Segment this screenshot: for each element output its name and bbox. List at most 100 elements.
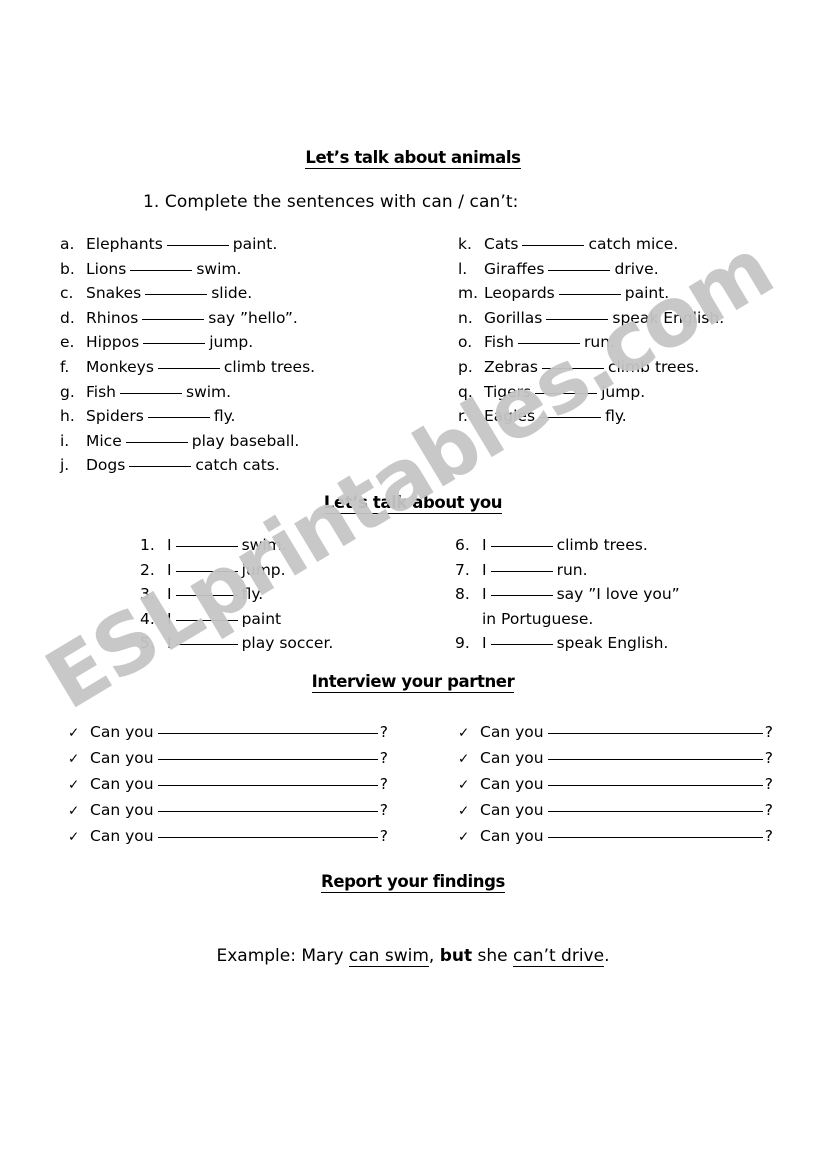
item-marker: o. xyxy=(458,333,473,352)
answer-blank[interactable] xyxy=(175,619,238,621)
sentence-predicate: speak English. xyxy=(556,634,669,653)
checkmark-icon: ✓ xyxy=(68,829,80,845)
interview-prompt-label: Can you xyxy=(480,723,544,741)
interview-answer-line[interactable] xyxy=(157,785,378,786)
answer-blank[interactable] xyxy=(535,392,598,394)
answer-blank[interactable] xyxy=(175,595,238,597)
item-marker: 8. xyxy=(455,585,470,604)
sentence-predicate: run. xyxy=(556,560,588,579)
answer-blank[interactable] xyxy=(541,367,604,369)
interview-answer-line[interactable] xyxy=(157,837,378,838)
sentence-row: h. Spiders fly. xyxy=(60,404,315,429)
sentence-row: g. Fish swim. xyxy=(60,380,315,405)
item-marker: n. xyxy=(458,308,473,327)
answer-blank[interactable] xyxy=(175,546,238,547)
sentence-subject: Lions xyxy=(86,259,127,278)
answer-blank[interactable] xyxy=(548,269,611,271)
answer-blank[interactable] xyxy=(130,269,193,271)
interview-answer-line[interactable] xyxy=(157,811,378,812)
answer-blank[interactable] xyxy=(143,343,206,345)
interview-question-row: ✓ Can you? xyxy=(68,824,388,850)
sentence-row: d. Rhinos say ”hello”. xyxy=(60,306,315,331)
interview-prompt-label: Can you xyxy=(480,827,544,845)
answer-blank[interactable] xyxy=(166,245,229,246)
item-marker: 6. xyxy=(455,536,470,554)
sentence-subject: Cats xyxy=(484,235,519,253)
interview-answer-line[interactable] xyxy=(157,733,378,734)
question-mark: ? xyxy=(764,749,773,767)
sentence-predicate: fly. xyxy=(241,585,264,604)
answer-blank[interactable] xyxy=(125,441,188,443)
sentence-subject: I xyxy=(167,560,172,579)
interview-question-row: ✓ Can you? xyxy=(68,720,388,746)
checkmark-icon: ✓ xyxy=(458,777,470,793)
interview-answer-line[interactable] xyxy=(157,759,378,760)
answer-blank[interactable] xyxy=(546,318,609,320)
sentence-row: i. Mice play baseball. xyxy=(60,429,315,454)
sentence-predicate: run. xyxy=(584,333,615,352)
interview-question-row: ✓ Can you? xyxy=(68,746,388,772)
answer-blank[interactable] xyxy=(522,245,585,246)
answer-blank[interactable] xyxy=(157,367,220,369)
sentence-predicate: climb trees. xyxy=(607,357,700,376)
answer-blank[interactable] xyxy=(490,595,553,597)
sentence-predicate: fly. xyxy=(213,407,236,426)
interview-answer-line[interactable] xyxy=(547,733,763,734)
sentence-row: c. Snakes slide. xyxy=(60,281,315,306)
interview-right-column: ✓ Can you? ✓ Can you? ✓ Can you? ✓ Can you? ✓ Can… xyxy=(458,720,773,850)
answer-blank[interactable] xyxy=(142,318,205,320)
item-marker: 9. xyxy=(455,634,470,653)
interview-answer-line[interactable] xyxy=(547,785,763,786)
example-can-swim: can swim xyxy=(348,946,429,967)
sentence-predicate: swim. xyxy=(196,259,242,278)
interview-answer-line[interactable] xyxy=(547,759,763,760)
example-cant-drive: can’t drive xyxy=(513,946,605,967)
sentence-subject: Giraffes xyxy=(484,259,545,278)
sentence-subject: Dogs xyxy=(86,456,126,475)
interview-prompt-label: Can you xyxy=(90,749,154,767)
item-marker: d. xyxy=(60,308,75,327)
interview-question-row: ✓ Can you? xyxy=(458,772,773,798)
answer-blank[interactable] xyxy=(120,392,182,394)
sentence-row-continuation: in Portuguese. xyxy=(455,607,680,632)
answer-blank[interactable] xyxy=(145,294,208,296)
sentence-subject: Monkeys xyxy=(86,357,154,376)
sentence-row: o. Fish run. xyxy=(458,330,724,355)
answer-blank[interactable] xyxy=(129,466,192,468)
item-marker: k. xyxy=(458,235,472,253)
answer-blank[interactable] xyxy=(175,570,238,572)
item-marker: 5. xyxy=(140,634,155,653)
item-marker: i. xyxy=(60,431,70,450)
sentence-row: 8. Isay ”I love you” xyxy=(455,582,680,607)
interview-answer-line[interactable] xyxy=(547,837,763,838)
answer-blank[interactable] xyxy=(490,570,553,572)
answer-blank[interactable] xyxy=(490,644,553,646)
example-sentence: Example: Mary can swim, but she can’t dr… xyxy=(0,946,826,967)
sentence-subject: Eagles xyxy=(484,407,536,426)
question-mark: ? xyxy=(379,749,388,767)
answer-blank[interactable] xyxy=(539,417,602,419)
sentence-row: 2. Ijump. xyxy=(140,558,333,583)
answer-blank[interactable] xyxy=(175,644,238,646)
you-right-column: 6. Iclimb trees. 7. Irun. 8. Isay ”I love you… xyxy=(455,533,680,656)
item-marker: r. xyxy=(458,407,468,426)
interview-answer-line[interactable] xyxy=(547,811,763,812)
sentence-predicate: say ”hello”. xyxy=(208,308,298,327)
checkmark-icon: ✓ xyxy=(68,725,80,741)
item-marker: f. xyxy=(60,357,70,376)
heading-animals: Let’s talk about animals xyxy=(0,148,826,169)
answer-blank[interactable] xyxy=(558,294,621,296)
answer-blank[interactable] xyxy=(490,546,553,547)
example-suffix: . xyxy=(604,946,610,966)
answer-blank[interactable] xyxy=(518,343,580,345)
sentence-predicate: fly. xyxy=(605,407,627,426)
question-mark: ? xyxy=(379,801,388,819)
checkmark-icon: ✓ xyxy=(458,829,470,845)
sentence-subject: I xyxy=(482,585,487,604)
sentence-predicate: climb trees. xyxy=(556,536,648,554)
answer-blank[interactable] xyxy=(147,417,210,419)
interview-prompt-label: Can you xyxy=(480,801,544,819)
sentence-subject: Gorillas xyxy=(484,308,543,327)
sentence-subject: I xyxy=(482,634,487,653)
you-left-column: 1. Iswim. 2. Ijump. 3. Ifly. 4. Ipaint 5. Iplay s… xyxy=(140,533,333,656)
